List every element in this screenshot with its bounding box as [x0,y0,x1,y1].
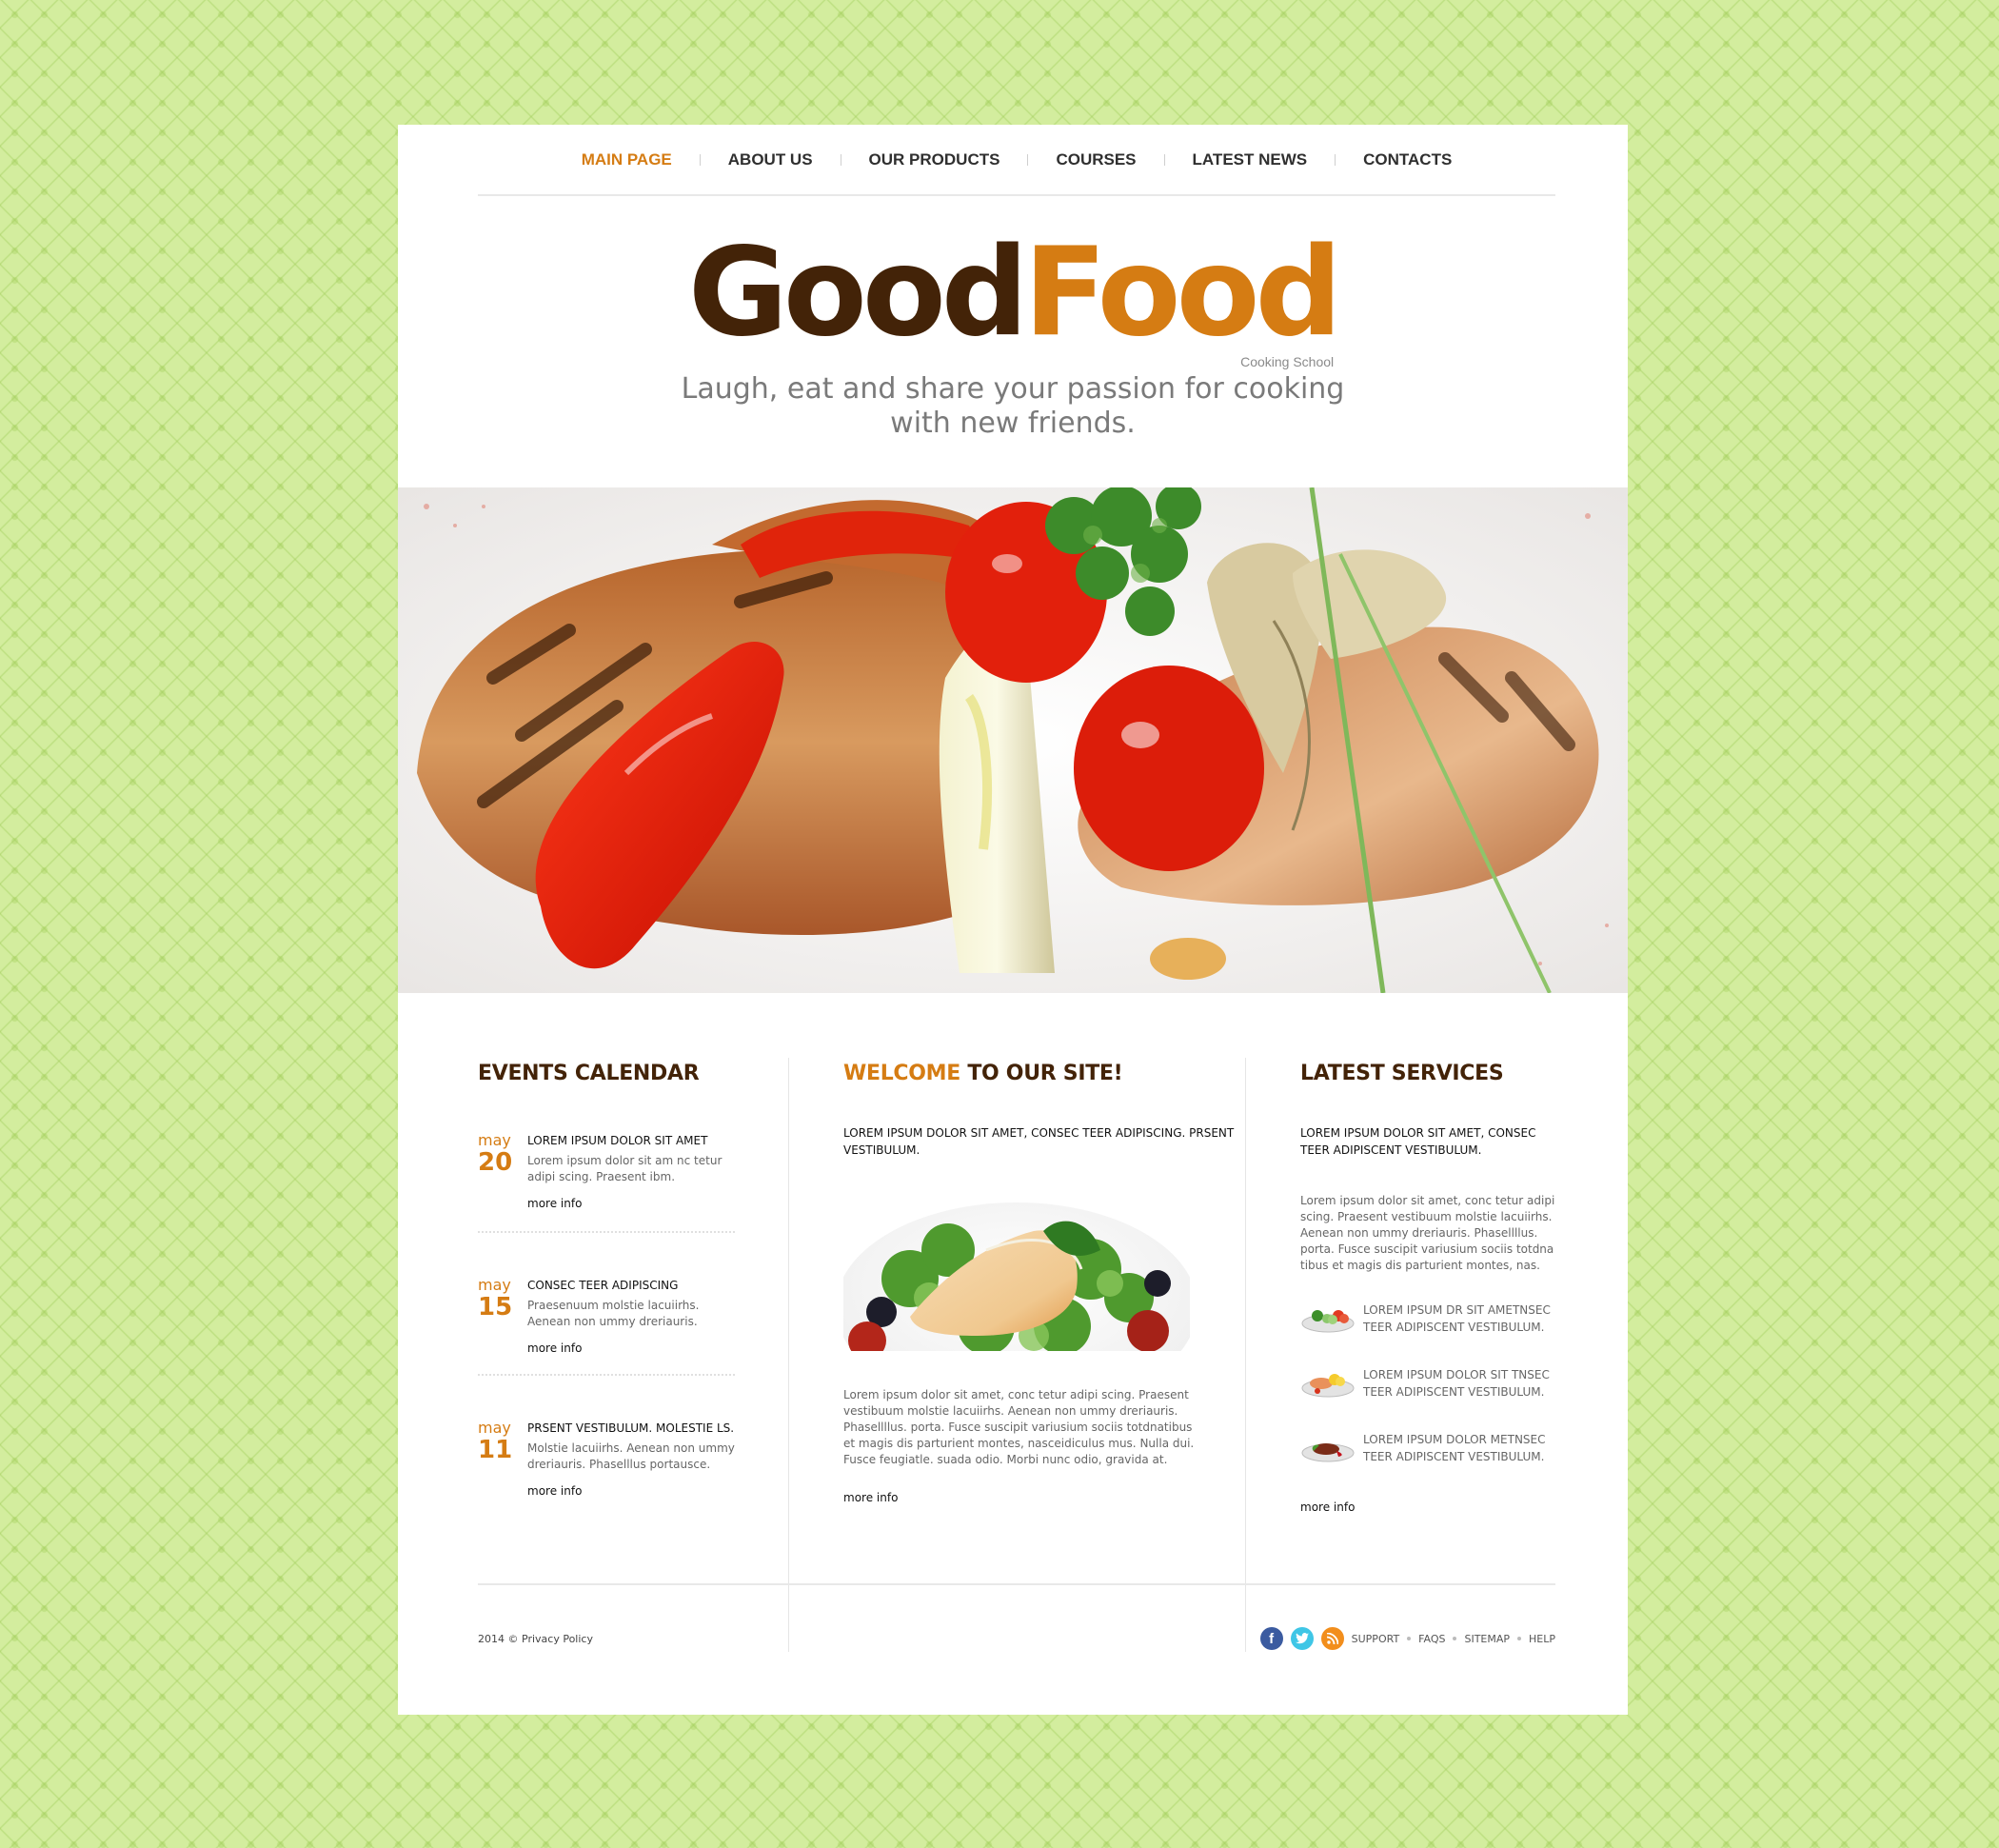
services-more-info-link[interactable]: more info [1300,1500,1355,1514]
welcome-section: WELCOME TO OUR SITE! LOREM IPSUM DOLOR S… [788,1058,1245,1652]
footer-dot-separator [1407,1637,1412,1640]
service-text: LOREM IPSUM DOLOR METNSEC TEER ADIPISCEN… [1363,1433,1546,1463]
event-item: may 15 CONSEC TEER ADIPISCING Praesenuum… [478,1231,735,1374]
page-container: MAIN PAGE ABOUT US OUR PRODUCTS COURSES … [398,125,1628,1715]
event-more-info-link[interactable]: more info [527,1341,582,1355]
events-calendar: EVENTS CALENDAR may 20 LOREM IPSUM DOLOR… [478,1058,735,1652]
logo-text-good: Good [687,222,1029,364]
welcome-body: Lorem ipsum dolor sit amet, conc tetur a… [843,1388,1195,1466]
event-month: may [478,1419,511,1437]
rss-icon[interactable] [1320,1627,1344,1650]
event-more-info-link[interactable]: more info [527,1197,582,1210]
services-title: LATEST SERVICES [1300,1062,1504,1085]
content-columns: EVENTS CALENDAR may 20 LOREM IPSUM DOLOR… [478,1058,1555,1652]
service-text: LOREM IPSUM DOLOR SIT TNSEC TEER ADIPISC… [1363,1368,1550,1399]
tagline-line-1: Laugh, eat and share your passion for co… [681,372,1345,406]
event-item: may 20 LOREM IPSUM DOLOR SIT AMET Lorem … [478,1088,735,1231]
event-text: Lorem ipsum dolor sit am nc tetur adipi … [527,1154,722,1183]
service-text: LOREM IPSUM DR SIT AMETNSEC TEER ADIPISC… [1363,1303,1551,1334]
event-body: CONSEC TEER ADIPISCING Praesenuum molsti… [527,1277,735,1356]
event-item: may 11 PRSENT VESTIBULUM. MOLESTIE LS. M… [478,1374,735,1517]
service-item[interactable]: LOREM IPSUM DOLOR SIT TNSEC TEER ADIPISC… [1300,1363,1555,1403]
copyright: 2014 © Privacy Policy [478,1633,593,1645]
welcome-title-rest: TO OUR SITE! [960,1062,1123,1085]
event-title: CONSEC TEER ADIPISCING [527,1279,679,1292]
event-date: may 11 [478,1419,516,1464]
event-date: may 15 [478,1277,516,1321]
nav-item-main-page[interactable]: MAIN PAGE [554,150,700,169]
steak-plate-icon [1301,1443,1355,1462]
event-text: Praesenuum molstie lacuiirhs. Aenean non… [527,1299,700,1328]
facebook-icon[interactable]: f [1259,1627,1283,1650]
event-day: 11 [478,1436,513,1464]
nav-item-about-us[interactable]: ABOUT US [701,150,841,169]
nav-item-courses[interactable]: COURSES [1028,150,1163,169]
fish-salad-illustration [843,1193,1190,1351]
event-title: PRSENT VESTIBULUM. MOLESTIE LS. [527,1421,735,1435]
welcome-more-info-link[interactable]: more info [843,1491,898,1504]
event-day: 15 [478,1293,513,1321]
event-text: Molstie lacuiirhs. Aenean non ummy dreri… [527,1441,735,1471]
footer-links: f SUPPORT FAQS SITEMAP HELP [1259,1627,1555,1650]
event-month: may [478,1276,511,1294]
event-title: LOREM IPSUM DOLOR SIT AMET [527,1134,708,1147]
event-body: PRSENT VESTIBULUM. MOLESTIE LS. Molstie … [527,1420,735,1499]
events-calendar-title: EVENTS CALENDAR [478,1062,700,1085]
salmon-plate-icon [1301,1374,1355,1398]
footer-link-support[interactable]: SUPPORT [1352,1633,1400,1645]
tagline: Laugh, eat and share your passion for co… [398,372,1628,441]
welcome-title: WELCOME TO OUR SITE! [843,1062,1245,1088]
twitter-bird-glyph [1295,1633,1309,1644]
latest-services: LATEST SERVICES LOREM IPSUM DOLOR SIT AM… [1245,1058,1555,1652]
services-lead: LOREM IPSUM DOLOR SIT AMET, CONSEC TEER … [1300,1126,1536,1157]
tagline-line-2: with new friends. [890,407,1136,440]
welcome-image [843,1193,1190,1351]
logo[interactable]: GoodFood Cooking School [398,232,1628,370]
event-date: may 20 [478,1131,516,1177]
welcome-lead: LOREM IPSUM DOLOR SIT AMET, CONSEC TEER … [843,1126,1235,1157]
footer-link-faqs[interactable]: FAQS [1418,1633,1445,1645]
nav-item-contacts[interactable]: CONTACTS [1336,150,1479,169]
event-month: may [478,1131,511,1149]
footer-link-sitemap[interactable]: SITEMAP [1464,1633,1510,1645]
service-item[interactable]: LOREM IPSUM DOLOR METNSEC TEER ADIPISCEN… [1300,1428,1555,1468]
welcome-title-accent: WELCOME [843,1062,960,1085]
copyright-symbol: © [507,1633,519,1645]
privacy-policy-link[interactable]: Privacy Policy [522,1633,593,1645]
service-item[interactable]: LOREM IPSUM DR SIT AMETNSEC TEER ADIPISC… [1300,1299,1555,1339]
footer: 2014 © Privacy Policy f SUPPORT FAQS SIT… [478,1583,1555,1659]
event-body: LOREM IPSUM DOLOR SIT AMET Lorem ipsum d… [527,1132,735,1211]
salad-plate-icon [1301,1310,1355,1333]
footer-dot-separator [1453,1637,1457,1640]
footer-dot-separator [1517,1637,1522,1640]
nav-item-latest-news[interactable]: LATEST NEWS [1165,150,1336,169]
copyright-year: 2014 [478,1633,505,1645]
hero-image [398,487,1628,993]
nav-item-our-products[interactable]: OUR PRODUCTS [841,150,1028,169]
logo-wrap[interactable]: GoodFood Cooking School [688,232,1342,370]
logo-subtitle: Cooking School [1240,354,1335,369]
event-day: 20 [478,1148,513,1177]
rss-feed-glyph [1326,1633,1338,1644]
twitter-icon[interactable] [1290,1627,1314,1650]
main-nav: MAIN PAGE ABOUT US OUR PRODUCTS COURSES … [478,125,1555,196]
logo-text-food: Food [1023,222,1342,364]
footer-link-help[interactable]: HELP [1529,1633,1555,1645]
hero-food-illustration [398,487,1628,993]
services-body: Lorem ipsum dolor sit amet, conc tetur a… [1300,1194,1555,1272]
event-more-info-link[interactable]: more info [527,1484,582,1498]
